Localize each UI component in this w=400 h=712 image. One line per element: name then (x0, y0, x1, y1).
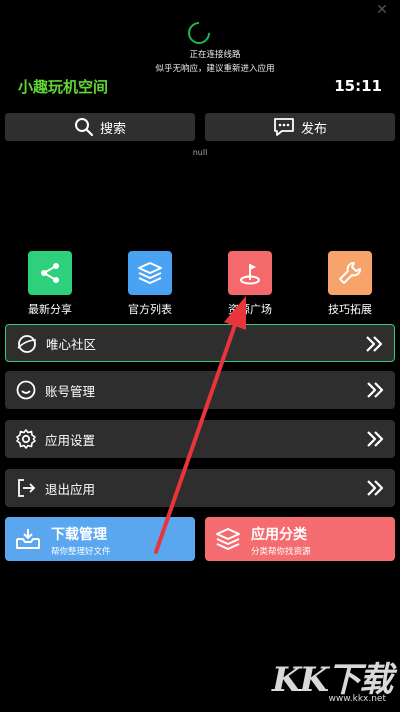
search-icon (74, 118, 94, 137)
double-chevron-right-icon (367, 431, 384, 447)
app-category-button[interactable]: 应用分类 分类帮你找资源 (205, 517, 395, 561)
gear-icon (16, 429, 36, 449)
chat-bubble-icon (274, 118, 294, 136)
grid-label: 官方列表 (128, 303, 172, 316)
grid-item-resource-square[interactable]: 资源广场 (208, 251, 292, 317)
menu-row-settings[interactable]: 应用设置 (5, 420, 395, 458)
grid-item-tips-extension[interactable]: 技巧拓展 (308, 251, 392, 317)
grid-item-latest-share[interactable]: 最新分享 (8, 251, 92, 317)
double-chevron-right-icon (367, 480, 384, 496)
grid-label: 资源广场 (228, 303, 272, 316)
menu-row-community[interactable]: 唯心社区 (5, 324, 395, 362)
close-icon[interactable]: ✕ (374, 2, 390, 18)
menu-row-label: 唯心社区 (46, 336, 97, 352)
download-manager-title: 下载管理 (51, 527, 107, 543)
location-pin-icon (228, 251, 272, 295)
menu-row-account[interactable]: 账号管理 (5, 371, 395, 409)
null-text: null (192, 148, 208, 157)
menu-row-label: 账号管理 (45, 383, 96, 399)
planet-icon (17, 335, 37, 353)
double-chevron-right-icon (367, 382, 384, 398)
grid-label: 技巧拓展 (328, 303, 372, 316)
wrench-icon (328, 251, 372, 295)
connection-status-title: 正在连接线路 (189, 50, 241, 60)
layers-icon (128, 251, 172, 295)
smiley-icon (16, 380, 36, 400)
download-manager-subtitle: 帮你整理好文件 (51, 547, 111, 557)
grid-item-official-list[interactable]: 官方列表 (108, 251, 192, 317)
loading-spinner-icon (183, 17, 215, 49)
grid-label: 最新分享 (28, 303, 72, 316)
connection-status-subtitle: 似乎无响应，建议重新进入应用 (155, 64, 275, 74)
search-button[interactable]: 搜索 (5, 113, 195, 141)
menu-row-label: 退出应用 (45, 481, 96, 497)
download-tray-icon (16, 529, 40, 549)
search-button-label: 搜索 (99, 121, 126, 137)
clock: 15:11 (334, 77, 382, 95)
exit-icon (18, 479, 36, 497)
watermark-logo: KK下载 www.kkx.net (272, 652, 393, 708)
menu-row-exit[interactable]: 退出应用 (5, 469, 395, 507)
layers-icon (216, 528, 240, 550)
publish-button[interactable]: 发布 (205, 113, 395, 141)
download-manager-button[interactable]: 下载管理 帮你整理好文件 (5, 517, 195, 561)
double-chevron-right-icon (366, 336, 383, 352)
app-category-title: 应用分类 (251, 527, 307, 543)
share-icon (28, 251, 72, 295)
app-title: 小趣玩机空间 (18, 78, 109, 96)
publish-button-label: 发布 (300, 121, 327, 137)
menu-row-label: 应用设置 (45, 432, 96, 448)
watermark-url: www.kkx.net (328, 694, 387, 704)
app-category-subtitle: 分类帮你找资源 (251, 547, 311, 557)
